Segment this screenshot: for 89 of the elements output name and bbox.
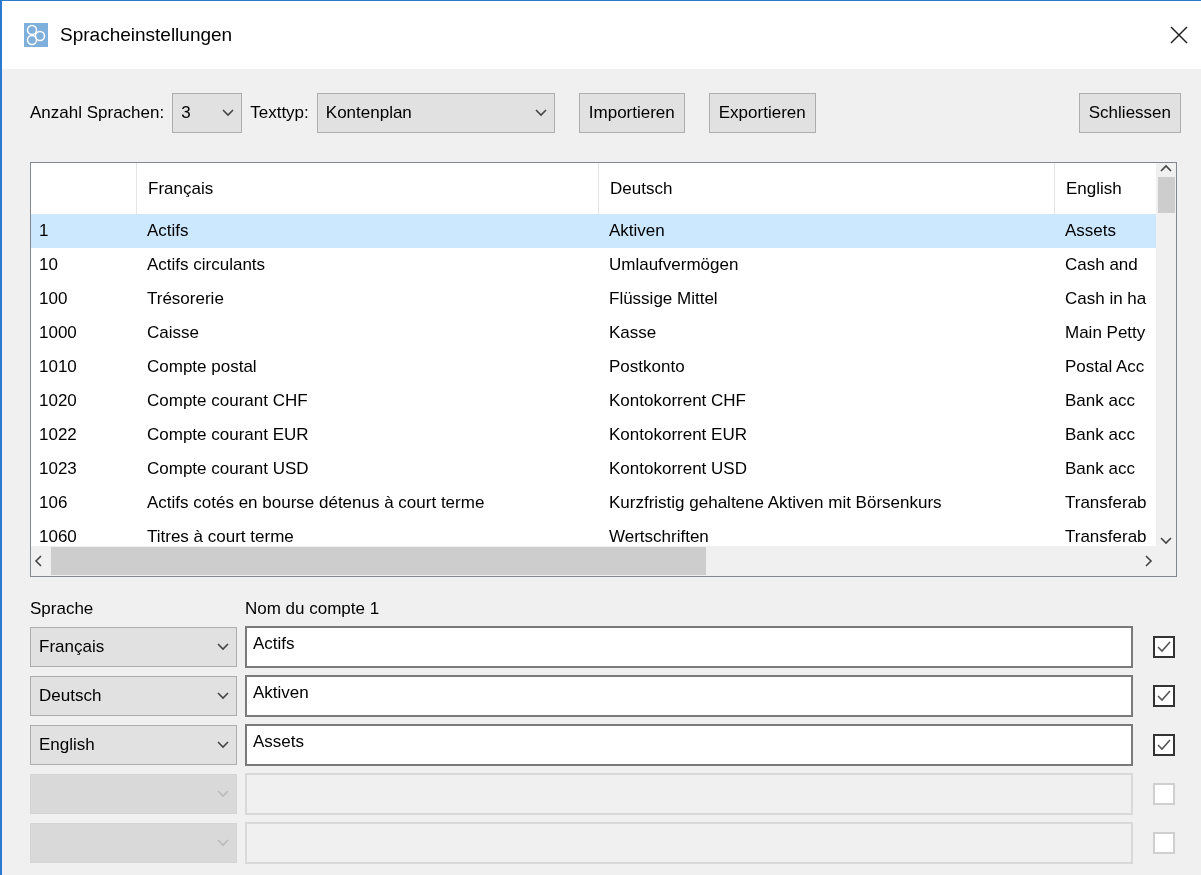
language-dropdown[interactable]: Français [30, 627, 237, 667]
list-row[interactable]: 1020 Compte courant CHF Kontokorrent CHF Bank acc [31, 384, 1156, 418]
horizontal-scrollbar[interactable] [31, 546, 1156, 576]
name-input-field[interactable]: Aktiven [245, 675, 1133, 717]
checkbox[interactable] [1153, 734, 1175, 756]
table-cell-text: Caisse [146, 323, 200, 343]
table-cell-text: 106 [38, 493, 69, 513]
table-cell-text: Compte postal [146, 357, 258, 377]
table-cell-text: Actifs circulants [146, 255, 267, 275]
vertical-scrollbar[interactable] [1156, 163, 1176, 546]
table-cell-text: Kurzfristig gehaltene Aktiven mit Börsenkurs [608, 493, 943, 513]
list-row[interactable]: 106 Actifs cotés en bourse détenus à court terme Kurzfristig gehaltene Aktiven mit Börsenkurs Transferab [31, 486, 1156, 520]
table-cell-text: Compte courant CHF [146, 391, 309, 411]
list-row[interactable]: 1022 Compte courant EUR Kontokorrent EUR Bank acc [31, 418, 1156, 452]
close-button[interactable]: Schliessen [1078, 93, 1181, 133]
table-cell-text: 1 [38, 221, 50, 241]
table-cell-text: 1020 [38, 391, 78, 411]
checkbox[interactable] [1153, 636, 1175, 658]
table-cell-text: Kontokorrent EUR [608, 425, 748, 445]
table-cell-text: 100 [38, 289, 69, 309]
table-cell-text: Umlaufvermögen [608, 255, 740, 275]
close-icon[interactable] [1169, 25, 1189, 45]
table-cell-text: Trésorerie [146, 289, 225, 309]
table-cell-text: 1022 [38, 425, 78, 445]
chevron-down-icon [216, 740, 230, 750]
table-cell-text: Assets [1064, 221, 1118, 241]
table-cell-text: 1000 [38, 323, 78, 343]
scroll-up-icon [1159, 163, 1173, 173]
checkbox[interactable] [1153, 685, 1175, 707]
language-label: Sprache [30, 599, 95, 619]
language-count-dropdown[interactable]: 3 [172, 93, 243, 133]
table-cell-text: 10 [38, 255, 59, 275]
scroll-right-icon [1144, 554, 1154, 568]
table-cell-text: Transferab [1064, 493, 1148, 513]
table-cell-text: Compte courant EUR [146, 425, 310, 445]
list-row[interactable]: 10 Actifs circulants Umlaufvermögen Cash and [31, 248, 1156, 282]
chevron-down-icon [216, 642, 230, 652]
chevron-down-icon [221, 108, 236, 118]
table-cell-text: Flüssige Mittel [608, 289, 719, 309]
table-cell-text: Compte courant USD [146, 459, 310, 479]
window-title: Spracheinstellungen [60, 24, 234, 46]
table-cell-text: Bank acc [1064, 425, 1136, 445]
chevron-down-icon [216, 838, 230, 848]
scroll-left-icon [33, 554, 43, 568]
checkmark-icon [1156, 738, 1172, 752]
table-cell-text: Postkonto [608, 357, 686, 377]
table-cell-text: 1023 [38, 459, 78, 479]
list-row[interactable]: 1060 Titres à court terme Wertschriften Transferab [31, 520, 1156, 546]
checkmark-icon [1156, 689, 1172, 703]
chevron-down-icon [533, 108, 548, 118]
list-row[interactable]: 1000 Caisse Kasse Main Petty [31, 316, 1156, 350]
table-cell-text: Main Petty [1064, 323, 1147, 343]
toolbar-button[interactable]: Importieren [578, 93, 685, 133]
name-input-field[interactable]: Assets [245, 724, 1133, 766]
language-dropdown[interactable]: Deutsch [30, 676, 237, 716]
table-cell-text: 1010 [38, 357, 78, 377]
checkmark-icon [1156, 640, 1172, 654]
table-cell-text: Kontokorrent CHF [608, 391, 747, 411]
table-cell-text: Cash in ha [1064, 289, 1148, 309]
table-cell-text: Bank acc [1064, 391, 1136, 411]
language-dropdown[interactable]: English [30, 725, 237, 765]
table-cell-text: Transferab [1064, 527, 1148, 546]
list-row[interactable]: 1023 Compte courant USD Kontokorrent USD Bank acc [31, 452, 1156, 486]
table-cell-text: Kasse [608, 323, 658, 343]
type-label: Texttyp: [250, 103, 309, 123]
scroll-down-icon [1159, 536, 1173, 546]
list-row[interactable]: 1010 Compte postal Postkonto Postal Acc [31, 350, 1156, 384]
table-cell-text: Bank acc [1064, 459, 1136, 479]
table-cell-text: Cash and [1064, 255, 1139, 275]
table-cell-text: Kontokorrent USD [608, 459, 748, 479]
app-logo-icon [24, 23, 48, 47]
table-cell-text: Aktiven [608, 221, 666, 241]
name-input-field[interactable]: Actifs [245, 626, 1133, 668]
table-cell-text: Postal Acc [1064, 357, 1146, 377]
chevron-down-icon [216, 789, 230, 799]
table-cell-text: 1060 [38, 527, 78, 546]
table-cell-text: Titres à court terme [146, 527, 295, 546]
name-label: Nom du compte 1 [245, 599, 380, 619]
count-label: Anzahl Sprachen: [30, 103, 165, 123]
list-row[interactable]: 1 Actifs Aktiven Assets [31, 214, 1156, 248]
text-type-dropdown[interactable]: Kontenplan [316, 93, 555, 133]
toolbar-button[interactable]: Exportieren [708, 93, 816, 133]
scrollbar-thumb[interactable] [1157, 177, 1175, 213]
table-cell-text: Actifs cotés en bourse détenus à court terme [146, 493, 486, 513]
list-row[interactable]: 100 Trésorerie Flüssige Mittel Cash in ha [31, 282, 1156, 316]
chevron-down-icon [216, 691, 230, 701]
table-cell-text: Wertschriften [608, 527, 710, 546]
scrollbar-thumb[interactable] [51, 547, 706, 575]
table-cell-text: Actifs [146, 221, 190, 241]
